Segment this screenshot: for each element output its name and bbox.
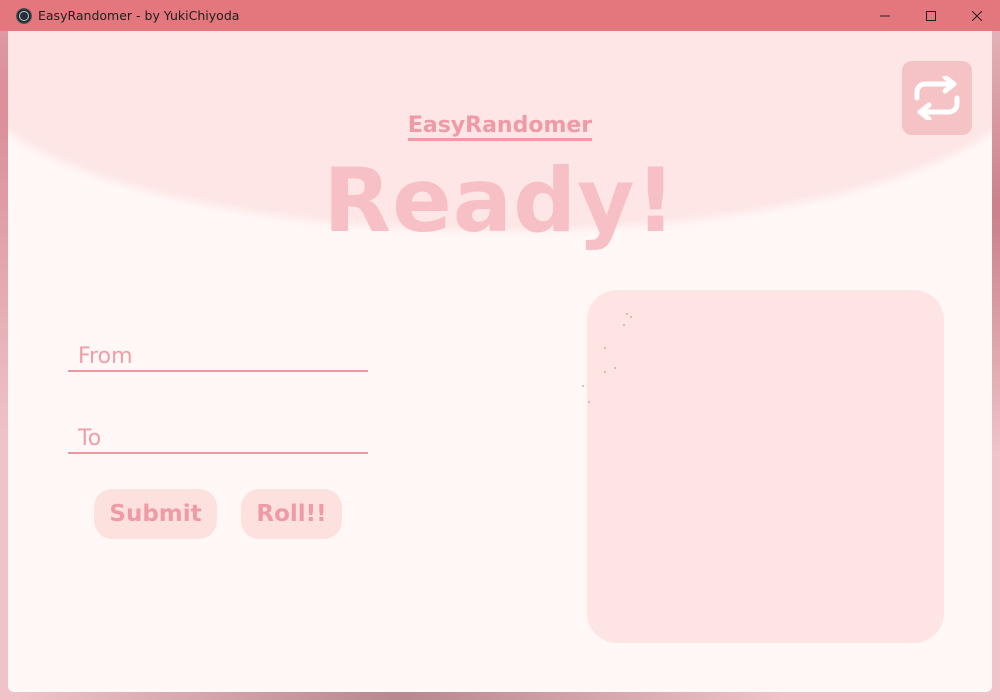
particle: [630, 316, 632, 318]
particle: [604, 347, 606, 349]
minimize-button[interactable]: [862, 0, 908, 31]
particle: [614, 367, 616, 369]
minimize-icon: [880, 15, 890, 16]
particle: [623, 324, 625, 326]
particle: [604, 371, 606, 373]
brand-link[interactable]: EasyRandomer: [407, 113, 593, 141]
particle: [582, 385, 584, 387]
close-button[interactable]: [954, 0, 1000, 31]
result-panel: [587, 290, 944, 643]
particle: [588, 401, 590, 403]
from-field: [68, 328, 368, 372]
particle: [626, 313, 628, 315]
submit-label: Submit: [109, 501, 202, 527]
submit-button[interactable]: Submit: [94, 489, 217, 539]
app-window: EasyRandomer Ready! Submit Roll!!: [8, 31, 992, 692]
maximize-button[interactable]: [908, 0, 954, 31]
status-text: Ready!: [323, 149, 677, 252]
brand-heading: EasyRandomer: [8, 113, 992, 141]
app-icon: [16, 7, 32, 24]
from-input[interactable]: [68, 328, 368, 370]
to-field: [68, 410, 368, 454]
maximize-icon: [926, 10, 936, 21]
roll-label: Roll!!: [256, 501, 327, 527]
close-icon: [972, 10, 982, 21]
to-input[interactable]: [68, 410, 368, 452]
roll-button[interactable]: Roll!!: [241, 489, 342, 539]
title-bar[interactable]: EasyRandomer - by YukiChiyoda: [0, 0, 1000, 31]
window-controls: [862, 0, 1000, 31]
window-title: EasyRandomer - by YukiChiyoda: [38, 8, 240, 23]
